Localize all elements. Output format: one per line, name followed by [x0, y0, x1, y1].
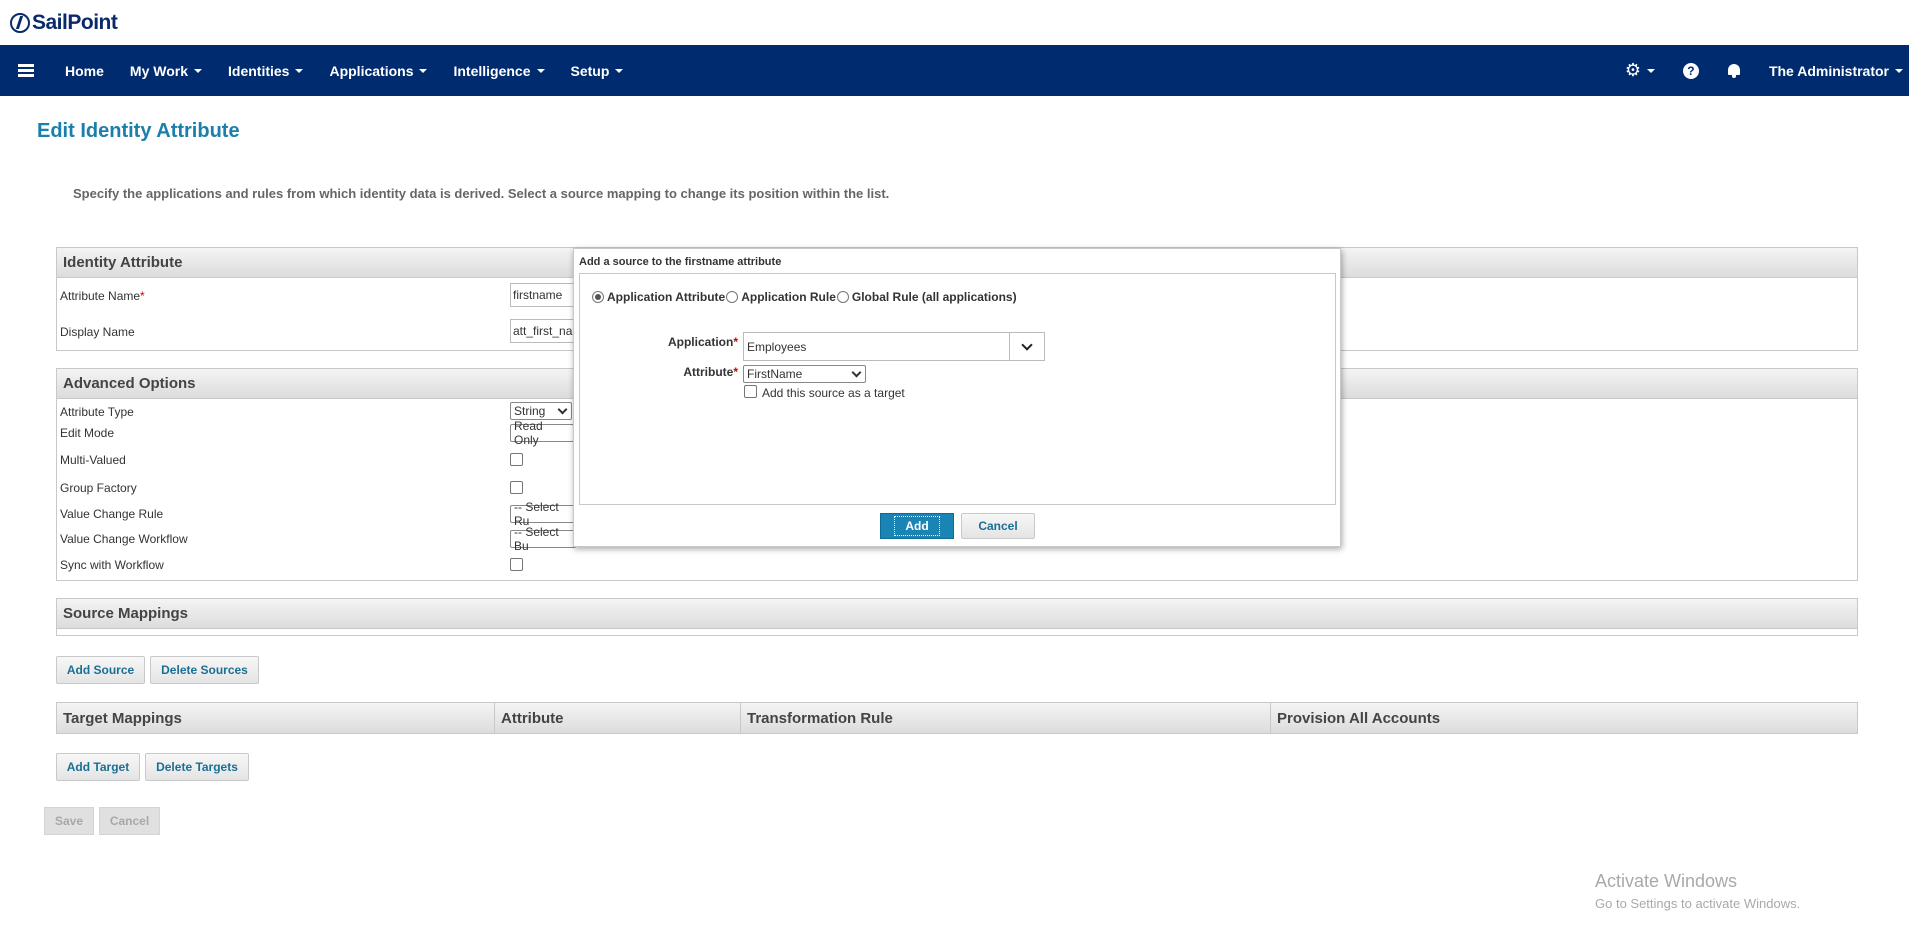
nav-applications-label: Applications — [329, 62, 414, 79]
application-attribute-radio-label: Application Attribute — [607, 290, 726, 304]
add-source-button[interactable]: Add Source — [56, 656, 145, 684]
add-target-button[interactable]: Add Target — [56, 753, 140, 781]
dialog-cancel-button[interactable]: Cancel — [961, 513, 1035, 539]
nav-home-label: Home — [65, 62, 104, 79]
source-type-radio-group: Application Attribute Application Rule G… — [592, 290, 1018, 304]
add-as-target-label: Add this source as a target — [762, 386, 905, 400]
nav-identities-label: Identities — [228, 62, 290, 79]
value-change-rule-label: Value Change Rule — [60, 507, 164, 521]
hamburger-menu-icon[interactable] — [0, 45, 52, 96]
value-change-workflow-value: -- Select Bu — [514, 525, 559, 553]
attribute-type-label: Attribute Type — [60, 405, 134, 419]
main-navbar: Home My Work Identities Applications Int… — [0, 45, 1909, 96]
attribute-label: Attribute* — [683, 365, 738, 379]
caret-down-icon — [536, 68, 545, 73]
application-rule-radio[interactable] — [726, 291, 739, 303]
application-value: Employees — [747, 340, 807, 354]
add-source-dialog: Add a source to the firstname attribute … — [573, 248, 1341, 547]
sync-with-workflow-checkbox[interactable] — [510, 558, 523, 571]
activate-windows-watermark: Activate Windows Go to Settings to activ… — [1595, 871, 1800, 911]
global-rule-radio[interactable] — [836, 291, 849, 303]
nav-intelligence-label: Intelligence — [453, 62, 531, 79]
cancel-button[interactable]: Cancel — [99, 807, 160, 835]
application-combobox[interactable]: Employees — [743, 332, 1045, 361]
delete-targets-button[interactable]: Delete Targets — [145, 753, 249, 781]
caret-down-icon — [419, 68, 428, 73]
application-attribute-radio[interactable] — [592, 291, 604, 303]
nav-my-work-label: My Work — [129, 62, 188, 79]
chevron-down-icon — [1021, 338, 1033, 351]
attribute-name-field[interactable] — [510, 283, 580, 307]
caret-down-icon — [1895, 68, 1903, 73]
global-rule-radio-label: Global Rule (all applications) — [851, 290, 1017, 304]
column-provision-all-accounts: Provision All Accounts — [1277, 709, 1441, 727]
dialog-title: Add a source to the firstname attribute — [579, 256, 782, 268]
settings-menu[interactable]: ⚙ — [1611, 45, 1669, 96]
source-mappings-panel: Source Mappings — [56, 598, 1858, 636]
nav-intelligence[interactable]: Intelligence — [440, 45, 557, 96]
sync-with-workflow-row: Sync with Workflow — [57, 551, 1857, 577]
multi-valued-label: Multi-Valued — [60, 453, 126, 467]
chevron-down-icon — [851, 367, 862, 378]
application-label: Application* — [667, 335, 738, 349]
target-mappings-table-header: Target Mappings Attribute Transformation… — [56, 702, 1858, 734]
notifications-button[interactable] — [1713, 45, 1755, 96]
nav-setup-label: Setup — [570, 62, 610, 79]
attribute-name-label: Attribute Name* — [60, 289, 145, 303]
source-mappings-header: Source Mappings — [57, 599, 1857, 629]
attribute-type-value: String — [514, 404, 546, 418]
value-change-rule-value: -- Select Ru — [514, 500, 559, 528]
watermark-line-1: Activate Windows — [1595, 871, 1738, 891]
value-change-workflow-label: Value Change Workflow — [60, 532, 188, 546]
sailpoint-logo[interactable]: SailPoint — [10, 10, 118, 35]
caret-down-icon — [1646, 68, 1655, 73]
help-button[interactable]: ? — [1669, 45, 1713, 96]
attribute-select[interactable]: FirstName — [743, 365, 866, 383]
caret-down-icon — [194, 68, 202, 73]
dialog-add-button-label: Add — [894, 516, 940, 536]
user-menu[interactable]: The Administrator — [1755, 45, 1909, 96]
watermark-line-2: Go to Settings to activate Windows. — [1595, 896, 1801, 911]
sync-with-workflow-label: Sync with Workflow — [60, 558, 164, 572]
nav-applications[interactable]: Applications — [316, 45, 440, 96]
save-button[interactable]: Save — [44, 807, 94, 835]
application-dropdown-button[interactable] — [1009, 333, 1044, 360]
column-attribute: Attribute — [495, 703, 741, 733]
chevron-down-icon — [557, 404, 568, 415]
attribute-type-select[interactable]: String — [510, 402, 572, 420]
logo-text: SailPoint — [32, 10, 118, 34]
caret-down-icon — [615, 68, 624, 73]
delete-sources-button[interactable]: Delete Sources — [150, 656, 259, 684]
sailpoint-logo-icon — [10, 12, 30, 33]
value-change-workflow-select[interactable]: -- Select Bu — [510, 525, 576, 553]
edit-mode-label: Edit Mode — [60, 426, 115, 440]
column-transformation-rule: Transformation Rule — [741, 703, 1271, 733]
page-title: Edit Identity Attribute — [37, 120, 240, 142]
bell-icon — [1727, 63, 1741, 78]
value-change-rule-select[interactable]: -- Select Ru — [510, 500, 576, 528]
nav-home[interactable]: Home — [52, 45, 117, 96]
column-target-mappings: Target Mappings — [57, 703, 495, 733]
nav-setup[interactable]: Setup — [558, 45, 637, 96]
multi-valued-checkbox[interactable] — [510, 453, 523, 466]
caret-down-icon — [295, 68, 304, 73]
add-as-target-checkbox[interactable] — [744, 385, 757, 398]
edit-mode-value: Read Only — [514, 419, 543, 447]
gear-icon: ⚙ — [1624, 60, 1641, 80]
display-name-label: Display Name — [60, 325, 135, 339]
group-factory-label: Group Factory — [60, 481, 137, 495]
page-instructions: Specify the applications and rules from … — [73, 186, 890, 201]
dialog-body: Application Attribute Application Rule G… — [579, 273, 1336, 505]
logo-bar: SailPoint — [0, 0, 1909, 45]
dialog-add-button[interactable]: Add — [880, 513, 954, 539]
application-rule-radio-label: Application Rule — [741, 290, 836, 304]
group-factory-checkbox[interactable] — [510, 481, 523, 494]
nav-identities[interactable]: Identities — [215, 45, 316, 96]
edit-mode-select[interactable]: Read Only — [510, 419, 574, 447]
help-icon: ? — [1682, 62, 1699, 79]
display-name-field[interactable] — [510, 319, 580, 343]
user-name: The Administrator — [1768, 62, 1889, 79]
nav-my-work[interactable]: My Work — [117, 45, 215, 96]
attribute-value: FirstName — [747, 367, 803, 381]
